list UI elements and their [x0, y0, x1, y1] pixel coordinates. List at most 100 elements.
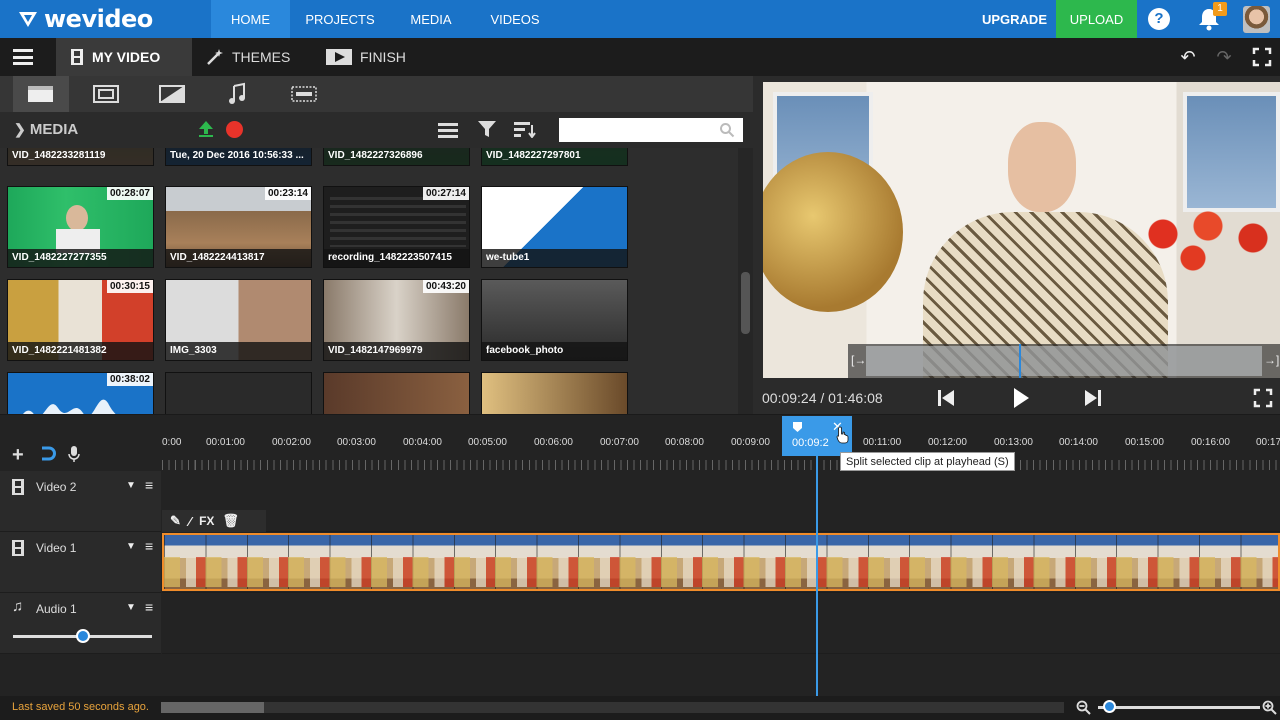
tick-label: 00:04:00 [403, 437, 442, 448]
tick-label: 00:16:00 [1191, 437, 1230, 448]
skip-forward-icon[interactable] [1084, 388, 1102, 408]
nav-projects[interactable]: PROJECTS [290, 0, 390, 38]
media-item[interactable]: 00:38:02 [7, 372, 154, 414]
record-icon[interactable] [226, 121, 243, 138]
timeline-horizontal-scrollbar[interactable] [161, 702, 1064, 713]
upgrade-button[interactable]: UPGRADE [973, 0, 1056, 38]
mark-out-icon[interactable]: →] [1264, 353, 1279, 367]
tab-my-video[interactable]: MY VIDEO [56, 38, 192, 76]
nav-videos[interactable]: VIDEOS [472, 0, 558, 38]
track-menu-icon[interactable]: ≡ [145, 599, 153, 615]
line-tool-icon[interactable]: ∕ [189, 514, 191, 529]
media-tab-audio[interactable] [210, 76, 266, 112]
track-dropdown-icon[interactable]: ▼ [126, 480, 136, 491]
preview-scrubber-head[interactable] [1019, 344, 1021, 378]
media-item[interactable]: facebook_photo [481, 279, 628, 361]
media-item-duration: 00:43:20 [422, 280, 469, 293]
media-item[interactable]: 00:30:15 VID_1482221481382 [7, 279, 154, 361]
list-view-icon[interactable] [438, 122, 458, 138]
media-tab-color[interactable] [144, 76, 200, 112]
track-header-audio-1[interactable]: ♫ Audio 1 ▼ ≡ [0, 593, 161, 654]
search-icon[interactable] [719, 122, 735, 138]
video-preview[interactable] [763, 82, 1280, 378]
finish-film-icon [326, 49, 352, 65]
media-item[interactable]: 00:43:20 VID_1482147969979 [323, 279, 470, 361]
zoom-in-icon[interactable] [1262, 700, 1277, 715]
track-dropdown-icon[interactable]: ▼ [126, 602, 136, 613]
timeline-zoom-knob[interactable] [1103, 700, 1116, 713]
nav-media[interactable]: MEDIA [390, 0, 472, 38]
timeline-zoom-slider[interactable] [1098, 706, 1260, 709]
media-tab-library[interactable] [13, 76, 69, 112]
track-video-2[interactable] [162, 471, 1280, 532]
media-scrollbar-thumb[interactable] [741, 272, 750, 334]
media-tab-text[interactable] [276, 76, 332, 112]
track-menu-icon[interactable]: ≡ [145, 538, 153, 554]
tab-finish[interactable]: FINISH [312, 38, 422, 76]
preview-fullscreen-icon[interactable] [1253, 388, 1273, 408]
delete-icon[interactable]: 🗑 [222, 513, 239, 529]
upload-arrow-icon[interactable] [198, 120, 214, 138]
hamburger-menu-icon[interactable] [13, 49, 33, 65]
track-audio-1[interactable] [162, 593, 1280, 654]
tick-label: 00:01:00 [206, 437, 245, 448]
add-track-icon[interactable]: + [12, 444, 24, 467]
marker-icon[interactable] [792, 421, 803, 433]
track-header-video-1[interactable]: Video 1 ▼ ≡ [0, 532, 161, 593]
media-item[interactable]: we-tube1 [481, 186, 628, 268]
nav-home[interactable]: HOME [211, 0, 290, 38]
media-item[interactable]: VID_1482233281119 [7, 148, 154, 166]
tick-label: 00:05:00 [468, 437, 507, 448]
fx-button[interactable]: FX [199, 514, 214, 528]
media-item[interactable]: Tue, 20 Dec 2016 10:56:33 ... [165, 148, 312, 166]
media-item[interactable] [165, 372, 312, 414]
media-title[interactable]: ❯ MEDIA [14, 121, 78, 138]
video-clip[interactable] [162, 533, 1280, 591]
undo-icon[interactable]: ↶ [1178, 47, 1198, 67]
media-item[interactable]: 00:27:14 recording_1482223507415 [323, 186, 470, 268]
play-icon[interactable] [1011, 386, 1031, 410]
zoom-out-icon[interactable] [1076, 700, 1091, 715]
wevideo-logo[interactable]: wevideo [18, 5, 153, 33]
filter-icon[interactable] [478, 121, 496, 138]
media-item-label: VID_1482224413817 [166, 249, 311, 267]
media-item-label: VID_1482221481382 [8, 342, 153, 360]
media-item[interactable] [481, 372, 628, 414]
logo-text: wevideo [44, 5, 153, 33]
clip-filmstrip-frames [164, 557, 1278, 587]
edit-pencil-icon[interactable]: ✎ [170, 513, 181, 529]
skip-back-icon[interactable] [937, 388, 955, 408]
magnet-icon[interactable] [40, 446, 56, 461]
media-item[interactable] [323, 372, 470, 414]
microphone-icon[interactable] [68, 446, 80, 462]
tick-label: 00:07:00 [600, 437, 639, 448]
media-item-label: recording_1482223507415 [324, 249, 469, 267]
user-avatar[interactable] [1243, 6, 1270, 33]
media-item[interactable]: VID_1482227297801 [481, 148, 628, 166]
track-name: Video 2 [36, 480, 77, 494]
media-tab-transitions[interactable] [78, 76, 134, 112]
chevron-right-icon: ❯ [14, 121, 26, 137]
music-note-icon [229, 82, 245, 104]
media-item[interactable]: 00:28:07 VID_1482227277355 [7, 186, 154, 268]
mark-in-icon[interactable]: [→ [851, 353, 866, 367]
media-search-input[interactable] [559, 118, 743, 142]
media-item[interactable]: VID_1482227326896 [323, 148, 470, 166]
help-icon[interactable]: ? [1148, 8, 1170, 30]
timeline-scrollbar-thumb[interactable] [161, 702, 264, 713]
fullscreen-icon[interactable] [1252, 47, 1272, 67]
media-item[interactable]: 00:23:14 VID_1482224413817 [165, 186, 312, 268]
track-dropdown-icon[interactable]: ▼ [126, 541, 136, 552]
media-item[interactable]: IMG_3303 [165, 279, 312, 361]
playhead-line[interactable] [816, 456, 818, 696]
track-menu-icon[interactable]: ≡ [145, 477, 153, 493]
tab-themes[interactable]: THEMES [192, 38, 302, 76]
media-item-label: VID_1482233281119 [8, 148, 153, 165]
redo-icon[interactable]: ↷ [1214, 47, 1234, 67]
preview-tulips [1133, 202, 1280, 282]
audio-volume-knob[interactable] [76, 629, 90, 643]
track-header-video-2[interactable]: Video 2 ▼ ≡ [0, 471, 161, 532]
sort-icon[interactable] [514, 121, 536, 138]
tab-themes-label: THEMES [232, 48, 291, 65]
upload-button[interactable]: UPLOAD [1056, 0, 1137, 38]
